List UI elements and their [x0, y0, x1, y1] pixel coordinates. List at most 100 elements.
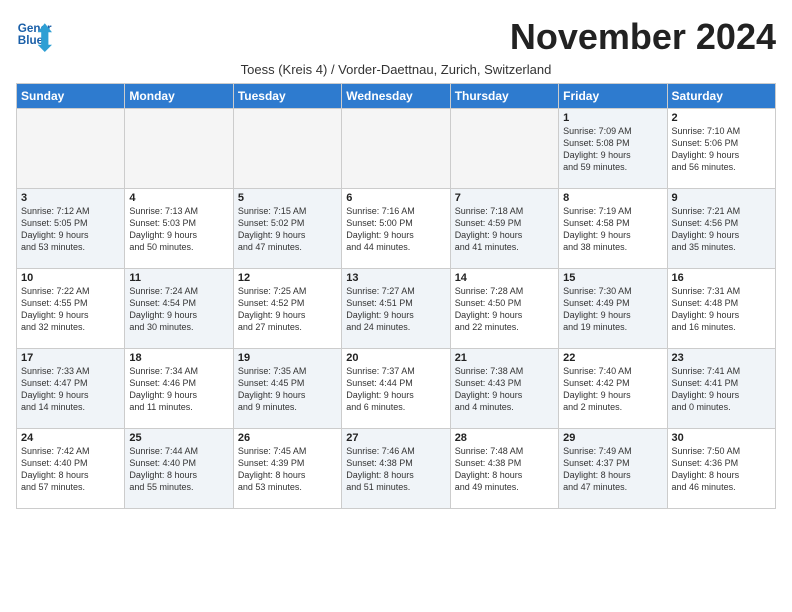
calendar-cell: 16Sunrise: 7:31 AM Sunset: 4:48 PM Dayli… [667, 269, 775, 349]
day-number: 1 [563, 112, 662, 124]
day-number: 29 [563, 432, 662, 444]
calendar-cell [342, 109, 450, 189]
calendar-cell: 19Sunrise: 7:35 AM Sunset: 4:45 PM Dayli… [233, 349, 341, 429]
day-number: 17 [21, 352, 120, 364]
day-number: 12 [238, 272, 337, 284]
calendar-header-tuesday: Tuesday [233, 84, 341, 109]
calendar-header-saturday: Saturday [667, 84, 775, 109]
day-number: 23 [672, 352, 771, 364]
day-info: Sunrise: 7:24 AM Sunset: 4:54 PM Dayligh… [129, 285, 228, 334]
calendar-cell: 30Sunrise: 7:50 AM Sunset: 4:36 PM Dayli… [667, 429, 775, 509]
calendar-cell [17, 109, 125, 189]
calendar-cell: 23Sunrise: 7:41 AM Sunset: 4:41 PM Dayli… [667, 349, 775, 429]
day-info: Sunrise: 7:22 AM Sunset: 4:55 PM Dayligh… [21, 285, 120, 334]
day-info: Sunrise: 7:16 AM Sunset: 5:00 PM Dayligh… [346, 205, 445, 254]
day-info: Sunrise: 7:18 AM Sunset: 4:59 PM Dayligh… [455, 205, 554, 254]
calendar-cell: 8Sunrise: 7:19 AM Sunset: 4:58 PM Daylig… [559, 189, 667, 269]
day-number: 10 [21, 272, 120, 284]
day-info: Sunrise: 7:38 AM Sunset: 4:43 PM Dayligh… [455, 365, 554, 414]
calendar-cell: 20Sunrise: 7:37 AM Sunset: 4:44 PM Dayli… [342, 349, 450, 429]
calendar-cell: 17Sunrise: 7:33 AM Sunset: 4:47 PM Dayli… [17, 349, 125, 429]
calendar-cell: 10Sunrise: 7:22 AM Sunset: 4:55 PM Dayli… [17, 269, 125, 349]
day-number: 20 [346, 352, 445, 364]
calendar-cell: 7Sunrise: 7:18 AM Sunset: 4:59 PM Daylig… [450, 189, 558, 269]
calendar-cell: 21Sunrise: 7:38 AM Sunset: 4:43 PM Dayli… [450, 349, 558, 429]
calendar-cell: 13Sunrise: 7:27 AM Sunset: 4:51 PM Dayli… [342, 269, 450, 349]
calendar-cell: 12Sunrise: 7:25 AM Sunset: 4:52 PM Dayli… [233, 269, 341, 349]
calendar-cell: 11Sunrise: 7:24 AM Sunset: 4:54 PM Dayli… [125, 269, 233, 349]
calendar-cell: 14Sunrise: 7:28 AM Sunset: 4:50 PM Dayli… [450, 269, 558, 349]
day-info: Sunrise: 7:45 AM Sunset: 4:39 PM Dayligh… [238, 445, 337, 494]
day-info: Sunrise: 7:12 AM Sunset: 5:05 PM Dayligh… [21, 205, 120, 254]
day-info: Sunrise: 7:44 AM Sunset: 4:40 PM Dayligh… [129, 445, 228, 494]
calendar-header-friday: Friday [559, 84, 667, 109]
calendar-cell: 27Sunrise: 7:46 AM Sunset: 4:38 PM Dayli… [342, 429, 450, 509]
day-info: Sunrise: 7:40 AM Sunset: 4:42 PM Dayligh… [563, 365, 662, 414]
day-number: 25 [129, 432, 228, 444]
calendar-cell [125, 109, 233, 189]
day-number: 27 [346, 432, 445, 444]
day-number: 9 [672, 192, 771, 204]
calendar-cell: 9Sunrise: 7:21 AM Sunset: 4:56 PM Daylig… [667, 189, 775, 269]
calendar-cell [450, 109, 558, 189]
calendar-cell: 2Sunrise: 7:10 AM Sunset: 5:06 PM Daylig… [667, 109, 775, 189]
calendar-cell: 25Sunrise: 7:44 AM Sunset: 4:40 PM Dayli… [125, 429, 233, 509]
subtitle: Toess (Kreis 4) / Vorder-Daettnau, Zuric… [16, 62, 776, 77]
calendar-cell: 18Sunrise: 7:34 AM Sunset: 4:46 PM Dayli… [125, 349, 233, 429]
month-title: November 2024 [510, 16, 776, 58]
day-number: 18 [129, 352, 228, 364]
day-info: Sunrise: 7:28 AM Sunset: 4:50 PM Dayligh… [455, 285, 554, 334]
day-info: Sunrise: 7:33 AM Sunset: 4:47 PM Dayligh… [21, 365, 120, 414]
day-number: 6 [346, 192, 445, 204]
calendar-cell: 28Sunrise: 7:48 AM Sunset: 4:38 PM Dayli… [450, 429, 558, 509]
day-number: 7 [455, 192, 554, 204]
calendar-header-sunday: Sunday [17, 84, 125, 109]
day-number: 22 [563, 352, 662, 364]
day-number: 4 [129, 192, 228, 204]
day-number: 30 [672, 432, 771, 444]
day-info: Sunrise: 7:35 AM Sunset: 4:45 PM Dayligh… [238, 365, 337, 414]
header-area: General Blue November 2024 [16, 16, 776, 58]
calendar-cell: 6Sunrise: 7:16 AM Sunset: 5:00 PM Daylig… [342, 189, 450, 269]
day-number: 14 [455, 272, 554, 284]
day-info: Sunrise: 7:27 AM Sunset: 4:51 PM Dayligh… [346, 285, 445, 334]
day-number: 16 [672, 272, 771, 284]
day-info: Sunrise: 7:46 AM Sunset: 4:38 PM Dayligh… [346, 445, 445, 494]
day-number: 11 [129, 272, 228, 284]
day-number: 21 [455, 352, 554, 364]
day-info: Sunrise: 7:41 AM Sunset: 4:41 PM Dayligh… [672, 365, 771, 414]
calendar-cell: 24Sunrise: 7:42 AM Sunset: 4:40 PM Dayli… [17, 429, 125, 509]
calendar-cell: 15Sunrise: 7:30 AM Sunset: 4:49 PM Dayli… [559, 269, 667, 349]
day-info: Sunrise: 7:50 AM Sunset: 4:36 PM Dayligh… [672, 445, 771, 494]
day-info: Sunrise: 7:42 AM Sunset: 4:40 PM Dayligh… [21, 445, 120, 494]
day-info: Sunrise: 7:34 AM Sunset: 4:46 PM Dayligh… [129, 365, 228, 414]
day-info: Sunrise: 7:09 AM Sunset: 5:08 PM Dayligh… [563, 125, 662, 174]
day-number: 28 [455, 432, 554, 444]
calendar-header-monday: Monday [125, 84, 233, 109]
calendar-cell: 4Sunrise: 7:13 AM Sunset: 5:03 PM Daylig… [125, 189, 233, 269]
day-info: Sunrise: 7:15 AM Sunset: 5:02 PM Dayligh… [238, 205, 337, 254]
day-number: 2 [672, 112, 771, 124]
calendar-cell: 29Sunrise: 7:49 AM Sunset: 4:37 PM Dayli… [559, 429, 667, 509]
calendar-cell: 26Sunrise: 7:45 AM Sunset: 4:39 PM Dayli… [233, 429, 341, 509]
day-number: 15 [563, 272, 662, 284]
calendar-cell [233, 109, 341, 189]
day-info: Sunrise: 7:10 AM Sunset: 5:06 PM Dayligh… [672, 125, 771, 174]
calendar-table: SundayMondayTuesdayWednesdayThursdayFrid… [16, 83, 776, 509]
day-number: 19 [238, 352, 337, 364]
calendar-header-thursday: Thursday [450, 84, 558, 109]
calendar-cell: 22Sunrise: 7:40 AM Sunset: 4:42 PM Dayli… [559, 349, 667, 429]
day-info: Sunrise: 7:19 AM Sunset: 4:58 PM Dayligh… [563, 205, 662, 254]
day-info: Sunrise: 7:25 AM Sunset: 4:52 PM Dayligh… [238, 285, 337, 334]
day-number: 13 [346, 272, 445, 284]
calendar-cell: 1Sunrise: 7:09 AM Sunset: 5:08 PM Daylig… [559, 109, 667, 189]
calendar-cell: 3Sunrise: 7:12 AM Sunset: 5:05 PM Daylig… [17, 189, 125, 269]
day-number: 24 [21, 432, 120, 444]
logo: General Blue [16, 16, 52, 52]
day-info: Sunrise: 7:21 AM Sunset: 4:56 PM Dayligh… [672, 205, 771, 254]
day-info: Sunrise: 7:49 AM Sunset: 4:37 PM Dayligh… [563, 445, 662, 494]
day-info: Sunrise: 7:31 AM Sunset: 4:48 PM Dayligh… [672, 285, 771, 334]
day-info: Sunrise: 7:37 AM Sunset: 4:44 PM Dayligh… [346, 365, 445, 414]
day-info: Sunrise: 7:30 AM Sunset: 4:49 PM Dayligh… [563, 285, 662, 334]
logo-icon: General Blue [16, 16, 52, 52]
